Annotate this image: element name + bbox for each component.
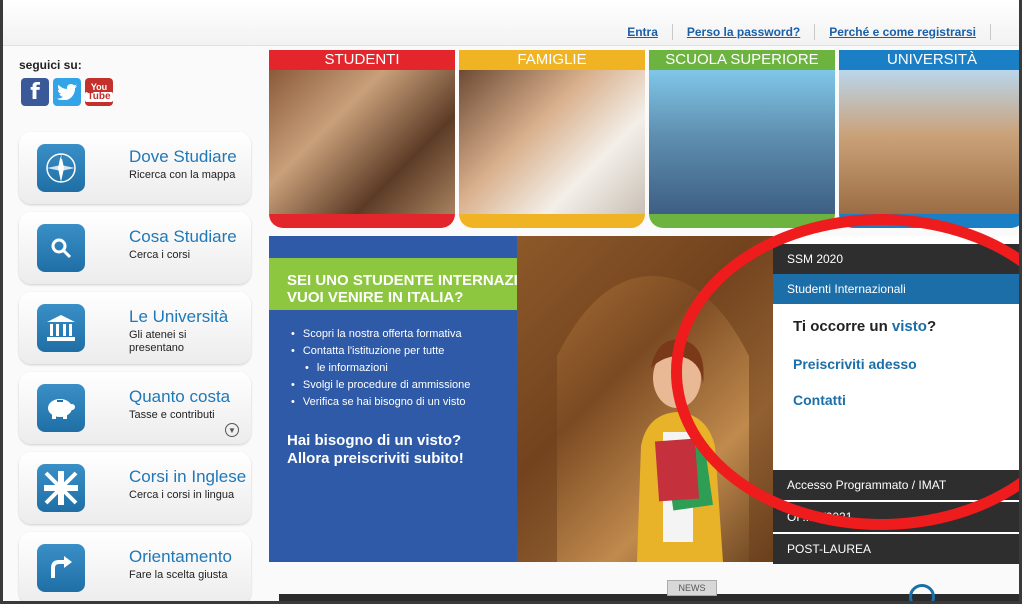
menu-cosa-studiare[interactable]: Cosa Studiare Cerca i corsi (19, 212, 251, 284)
tab-ssm-2020[interactable]: SSM 2020 (773, 244, 1019, 274)
tab-studenti-internazionali[interactable]: Studenti Internazionali (773, 274, 1019, 304)
bullet-item: Verifica se hai bisogno di un visto (291, 394, 521, 411)
piggy-bank-icon (37, 384, 85, 432)
twitter-bird-icon (57, 84, 77, 100)
login-link[interactable]: Entra (627, 25, 658, 39)
bullet-item: Scopri la nostra offerta formativa (291, 326, 521, 343)
chevron-down-icon[interactable]: ▼ (225, 423, 239, 437)
tile-famiglie[interactable]: FAMIGLIE (459, 50, 645, 228)
student-illustration (517, 236, 789, 562)
banner-bullet-list: Scopri la nostra offerta formativa Conta… (291, 326, 521, 411)
building-glyph (47, 315, 75, 341)
facebook-icon[interactable]: f (21, 78, 49, 106)
menu-subtitle: Tasse e contributi (129, 409, 215, 421)
bullet-continuation: le informazioni (291, 360, 521, 377)
tile-footer (649, 214, 835, 228)
divider (814, 24, 816, 40)
menu-title: Quanto costa (129, 387, 231, 406)
menu-dove-studiare[interactable]: N Dove Studiare Ricerca con la mappa (19, 132, 251, 204)
right-tab-panel: SSM 2020 Studenti Internazionali Ti occo… (773, 236, 1019, 564)
compass-icon: N (37, 144, 85, 192)
arrow-turn-icon (37, 544, 85, 592)
banner-cta: Hai bisogno di un visto? Allora preiscri… (287, 432, 507, 468)
youtube-icon[interactable]: You Tube (85, 78, 113, 106)
banner-cta-line: Allora preiscriviti subito! (287, 450, 464, 467)
tile-label: STUDENTI (269, 50, 455, 70)
menu-subtitle: Fare la scelta giusta (129, 569, 228, 581)
menu-title: Le Università (129, 307, 229, 326)
page-frame: Entra Perso la password? Perché e come r… (0, 0, 1022, 604)
contacts-link[interactable]: Contatti (793, 392, 846, 408)
bullet-item: Contatta l'istituzione per tutte (291, 343, 521, 360)
magnifier-glyph (51, 238, 72, 259)
menu-le-universita[interactable]: Le Università Gli atenei si presentano (19, 292, 251, 364)
sidebar: seguici su: f You Tube N Dove Studiare R… (11, 52, 259, 601)
circle-icon[interactable] (909, 584, 935, 601)
youtube-tube-text: Tube (85, 91, 113, 102)
tile-universita[interactable]: UNIVERSITÀ (839, 50, 1019, 228)
menu-subtitle: Gli atenei si presentano (129, 329, 187, 354)
search-icon (37, 224, 85, 272)
menu-subtitle: Ricerca con la mappa (129, 169, 236, 181)
twitter-icon[interactable] (53, 78, 81, 106)
visa-question: Ti occorre un visto? (793, 318, 936, 335)
preregister-link[interactable]: Preiscriviti adesso (793, 356, 917, 372)
union-jack-glyph (44, 471, 78, 505)
news-badge[interactable]: NEWS (667, 580, 717, 596)
menu-corsi-inglese[interactable]: Corsi in Inglese Cerca i corsi in lingua (19, 452, 251, 524)
banner-cta-line: Hai bisogno di un visto? (287, 432, 462, 449)
tab-content-international: Ti occorre un visto? Preiscriviti adesso… (773, 304, 1019, 466)
compass-glyph: N (46, 153, 76, 183)
tile-studenti[interactable]: STUDENTI (269, 50, 455, 228)
piggy-glyph (48, 399, 75, 419)
tile-label: UNIVERSITÀ (839, 50, 1019, 70)
tile-footer (839, 214, 1019, 228)
menu-title: Dove Studiare (129, 147, 237, 166)
tile-scuola-superiore[interactable]: SCUOLA SUPERIORE (649, 50, 835, 228)
menu-title: Cosa Studiare (129, 227, 237, 246)
account-links: Entra Perso la password? Perché e come r… (627, 24, 1005, 40)
tile-photo (269, 70, 455, 214)
tile-label: FAMIGLIE (459, 50, 645, 70)
menu-title: Orientamento (129, 547, 232, 566)
tile-label: SCUOLA SUPERIORE (649, 50, 835, 70)
university-building-icon (37, 304, 85, 352)
tile-photo (649, 70, 835, 214)
tab-accesso-programmato[interactable]: Accesso Programmato / IMAT (773, 470, 1019, 500)
visa-prefix: Ti occorre un (793, 318, 888, 335)
visa-link[interactable]: visto (892, 318, 927, 335)
menu-subtitle: Cerca i corsi (129, 249, 191, 261)
arrow-glyph (51, 556, 72, 578)
follow-us-label: seguici su: (19, 58, 82, 72)
banner-photo-student (517, 236, 789, 562)
divider (990, 24, 991, 40)
menu-title: Corsi in Inglese (129, 467, 247, 486)
bullet-continuation-text: le informazioni (316, 362, 388, 374)
menu-orientamento[interactable]: Orientamento Fare la scelta giusta (19, 532, 251, 601)
tile-footer (459, 214, 645, 228)
tab-offerta[interactable]: OF... 0/2021 (773, 502, 1019, 532)
bottom-strip (279, 594, 1019, 601)
menu-subtitle: Cerca i corsi in lingua (129, 489, 235, 501)
tile-footer (269, 214, 455, 228)
bullet-item: Svolgi le procedure di ammissione (291, 377, 521, 394)
tile-photo (839, 70, 1019, 214)
register-info-link[interactable]: Perché e come registrarsi (829, 25, 976, 39)
tile-photo (459, 70, 645, 214)
tab-post-laurea[interactable]: POST-LAUREA (773, 534, 1019, 564)
menu-quanto-costa[interactable]: Quanto costa Tasse e contributi ▼ (19, 372, 251, 444)
lost-password-link[interactable]: Perso la password? (687, 25, 800, 39)
top-bar: Entra Perso la password? Perché e come r… (3, 0, 1019, 46)
union-jack-icon (37, 464, 85, 512)
divider (671, 24, 673, 40)
visa-suffix: ? (926, 318, 937, 335)
svg-text:N: N (59, 155, 63, 161)
